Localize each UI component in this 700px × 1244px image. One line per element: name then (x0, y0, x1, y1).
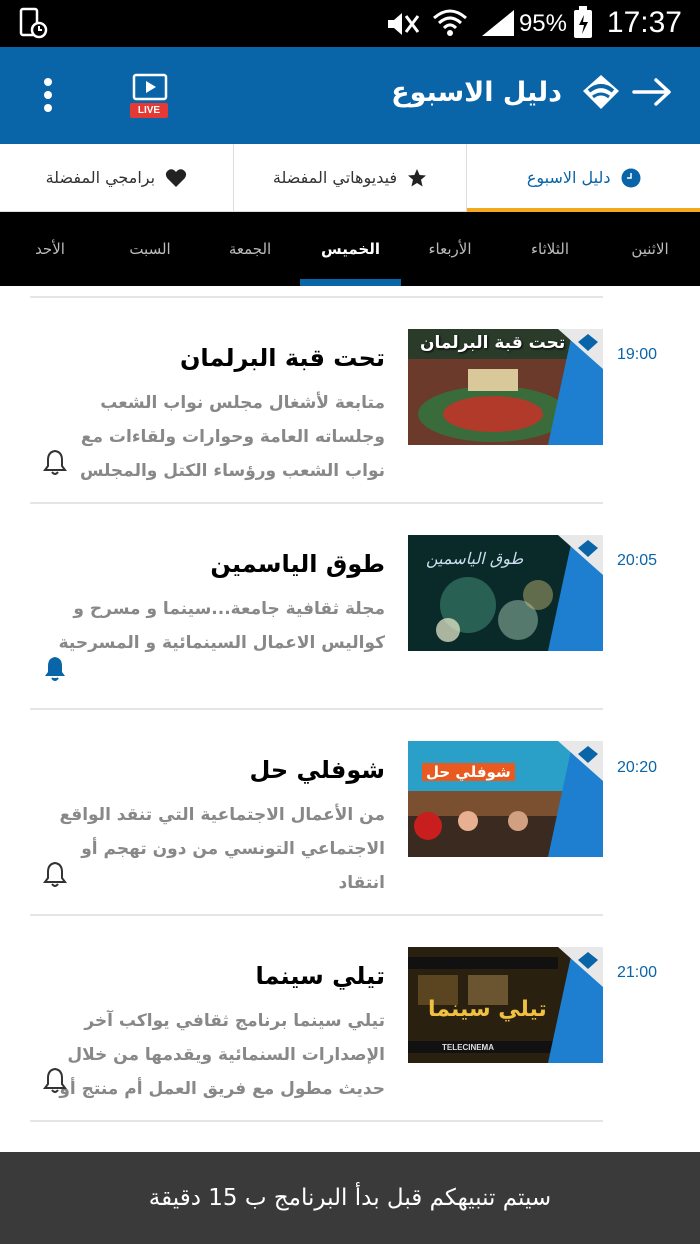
program-time: 19:00 (617, 346, 658, 363)
show-thumbnail-image (408, 741, 603, 857)
bell-outline-icon[interactable] (42, 860, 68, 888)
program-description: متابعة لأشغال مجلس نواب الشعب وجلساته ال… (79, 393, 385, 481)
tab-label: دليل الاسبوع (526, 168, 611, 187)
divider (30, 1120, 603, 1122)
program-title: شوفلي حل (249, 756, 385, 784)
program-thumbnail[interactable]: تحت قبة البرلمان (408, 329, 603, 445)
page-title: دليل الاسبوع (391, 77, 562, 108)
program-thumbnail[interactable]: شوفلي حل (408, 741, 603, 857)
day-tab-saturday[interactable]: السبت (110, 212, 190, 286)
star-icon (408, 168, 427, 186)
program-item[interactable]: طوق الياسمين طوق الياسمين مجلة ثقافية جا… (30, 504, 603, 708)
thumbnail-caption: تيلي سينما (428, 997, 547, 1022)
tab-label: برامجي المفضلة (45, 168, 156, 187)
thumbnail-subcaption: TELECINEMA (442, 1043, 494, 1052)
bell-outline-icon[interactable] (42, 1066, 68, 1094)
phone-clock-icon (19, 7, 48, 39)
tab-label: فيديوهاتي المفضلة (272, 168, 398, 187)
clock: 17:37 (606, 6, 682, 39)
more-options-icon[interactable] (38, 77, 58, 113)
day-tab-monday[interactable]: الاثنين (610, 212, 690, 286)
toast-notification: سيتم تنبيهكم قبل بدأ البرنامج ب 15 دقيقة (0, 1152, 700, 1244)
top-tabs: دليل الاسبوع فيديوهاتي المفضلة برامجي ال… (0, 144, 700, 212)
program-description: من الأعمال الاجتماعية التي تنقد الواقع ا… (59, 805, 385, 893)
day-tab-label: الاثنين (631, 240, 669, 258)
program-list: تحت قبة البرلمان تحت قبة البرلمان متابعة… (30, 296, 603, 1122)
day-tab-label: الأحد (35, 240, 65, 258)
day-tab-label: السبت (129, 240, 171, 258)
program-item[interactable]: تيلي سينما TELECINEMA تيلي سينما تيلي سي… (30, 916, 603, 1120)
signal-icon (482, 10, 514, 36)
program-time: 21:00 (617, 964, 658, 981)
battery-percent: 95% (518, 10, 567, 37)
program-title: طوق الياسمين (210, 550, 385, 578)
thumbnail-caption: طوق الياسمين (426, 549, 524, 568)
program-time: 20:05 (617, 552, 658, 569)
mute-icon (388, 13, 420, 35)
program-time: 20:20 (617, 759, 658, 776)
program-title: تحت قبة البرلمان (179, 344, 385, 372)
tab-weekly-guide[interactable]: دليل الاسبوع (467, 144, 700, 212)
program-item[interactable]: تحت قبة البرلمان تحت قبة البرلمان متابعة… (30, 298, 603, 502)
tab-favorite-programs[interactable]: برامجي المفضلة (0, 144, 234, 211)
bell-filled-icon[interactable] (42, 654, 68, 682)
wifi-icon (433, 9, 467, 36)
clock-icon (621, 168, 640, 187)
program-description: مجلة ثقافية جامعة...سينما و مسرح و كوالي… (58, 599, 385, 653)
play-screen-icon (132, 73, 168, 101)
day-tab-label: الجمعة (228, 240, 272, 258)
battery-charging-icon (574, 6, 592, 38)
program-thumbnail[interactable]: طوق الياسمين (408, 535, 603, 651)
app-bar: LIVE دليل الاسبوع (0, 47, 700, 144)
bell-outline-icon[interactable] (42, 448, 68, 476)
day-tab-friday[interactable]: الجمعة (210, 212, 290, 286)
live-badge: LIVE (130, 103, 168, 118)
thumbnail-caption: شوفلي حل (422, 763, 515, 781)
day-tab-label: الخميس (321, 240, 380, 258)
back-arrow-icon[interactable] (632, 77, 672, 107)
live-button[interactable]: LIVE (130, 73, 170, 119)
program-description: تيلي سينما برنامج ثقافي يواكب آخر الإصدا… (59, 1011, 385, 1099)
channel-logo-icon (583, 75, 619, 109)
day-tabs: الاثنين الثلاثاء الأربعاء الخميس الجمعة … (0, 212, 700, 286)
thumbnail-caption: تحت قبة البرلمان (420, 333, 566, 353)
day-tab-label: الأربعاء (428, 240, 472, 258)
day-tab-sunday[interactable]: الأحد (10, 212, 90, 286)
program-thumbnail[interactable]: تيلي سينما TELECINEMA (408, 947, 603, 1063)
status-bar: 95% 17:37 (0, 0, 700, 47)
day-tab-label: الثلاثاء (530, 240, 569, 258)
program-title: تيلي سينما (255, 962, 385, 990)
toast-message: سيتم تنبيهكم قبل بدأ البرنامج ب 15 دقيقة (148, 1185, 552, 1211)
day-tab-tuesday[interactable]: الثلاثاء (510, 212, 590, 286)
day-tab-wednesday[interactable]: الأربعاء (410, 212, 490, 286)
day-tab-thursday[interactable]: الخميس (300, 212, 401, 286)
program-item[interactable]: شوفلي حل شوفلي حل من الأعمال الاجتماعية … (30, 710, 603, 914)
heart-icon (165, 168, 187, 187)
tab-favorite-videos[interactable]: فيديوهاتي المفضلة (234, 144, 468, 211)
